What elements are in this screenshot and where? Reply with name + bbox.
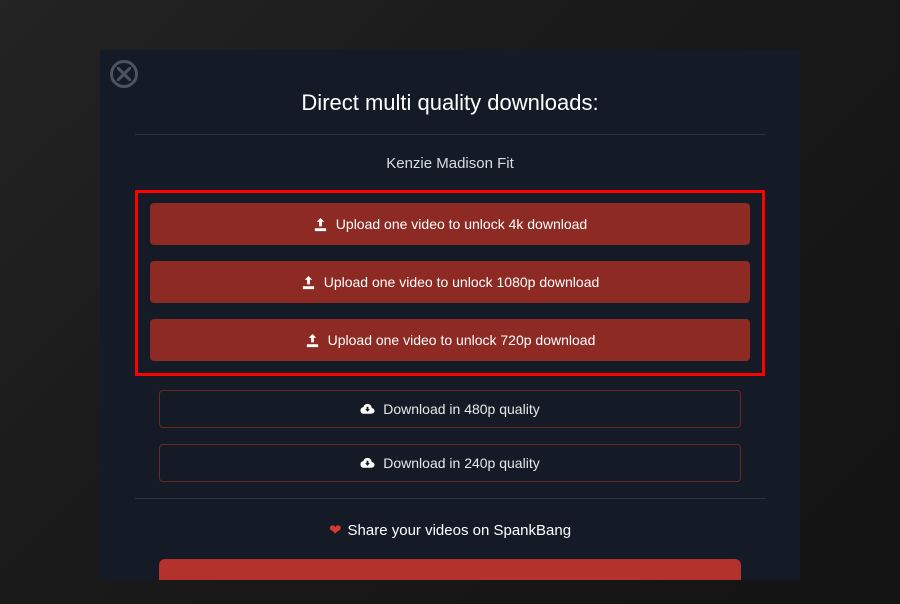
- highlight-box: Upload one video to unlock 4k download U…: [135, 190, 765, 376]
- share-text-label: Share your videos on SpankBang: [348, 522, 571, 539]
- video-title: Kenzie Madison Fit: [135, 155, 765, 172]
- upload-button-label: Upload one video to unlock 720p download: [328, 332, 596, 348]
- upload-button-label: Upload one video to unlock 1080p downloa…: [324, 274, 600, 290]
- share-text-row: ❤ Share your videos on SpankBang: [135, 521, 765, 539]
- heart-icon: ❤: [329, 521, 342, 539]
- upload-unlock-1080p-button[interactable]: Upload one video to unlock 1080p downloa…: [150, 261, 750, 303]
- close-icon: [117, 67, 131, 81]
- upload-icon: [313, 217, 328, 232]
- divider: [135, 498, 765, 499]
- cloud-download-icon: [360, 456, 375, 471]
- upload-icon: [305, 333, 320, 348]
- cloud-download-icon: [360, 402, 375, 417]
- modal-title: Direct multi quality downloads:: [135, 90, 765, 116]
- upload-unlock-4k-button[interactable]: Upload one video to unlock 4k download: [150, 203, 750, 245]
- download-480p-button[interactable]: Download in 480p quality: [159, 390, 741, 428]
- bottom-cta-button[interactable]: [159, 559, 741, 580]
- upload-button-label: Upload one video to unlock 4k download: [336, 216, 587, 232]
- download-button-label: Download in 480p quality: [383, 401, 539, 417]
- download-button-label: Download in 240p quality: [383, 455, 539, 471]
- download-modal: Direct multi quality downloads: Kenzie M…: [100, 50, 800, 580]
- upload-unlock-720p-button[interactable]: Upload one video to unlock 720p download: [150, 319, 750, 361]
- close-button[interactable]: [110, 60, 138, 88]
- download-240p-button[interactable]: Download in 240p quality: [159, 444, 741, 482]
- divider: [135, 134, 765, 135]
- upload-icon: [301, 275, 316, 290]
